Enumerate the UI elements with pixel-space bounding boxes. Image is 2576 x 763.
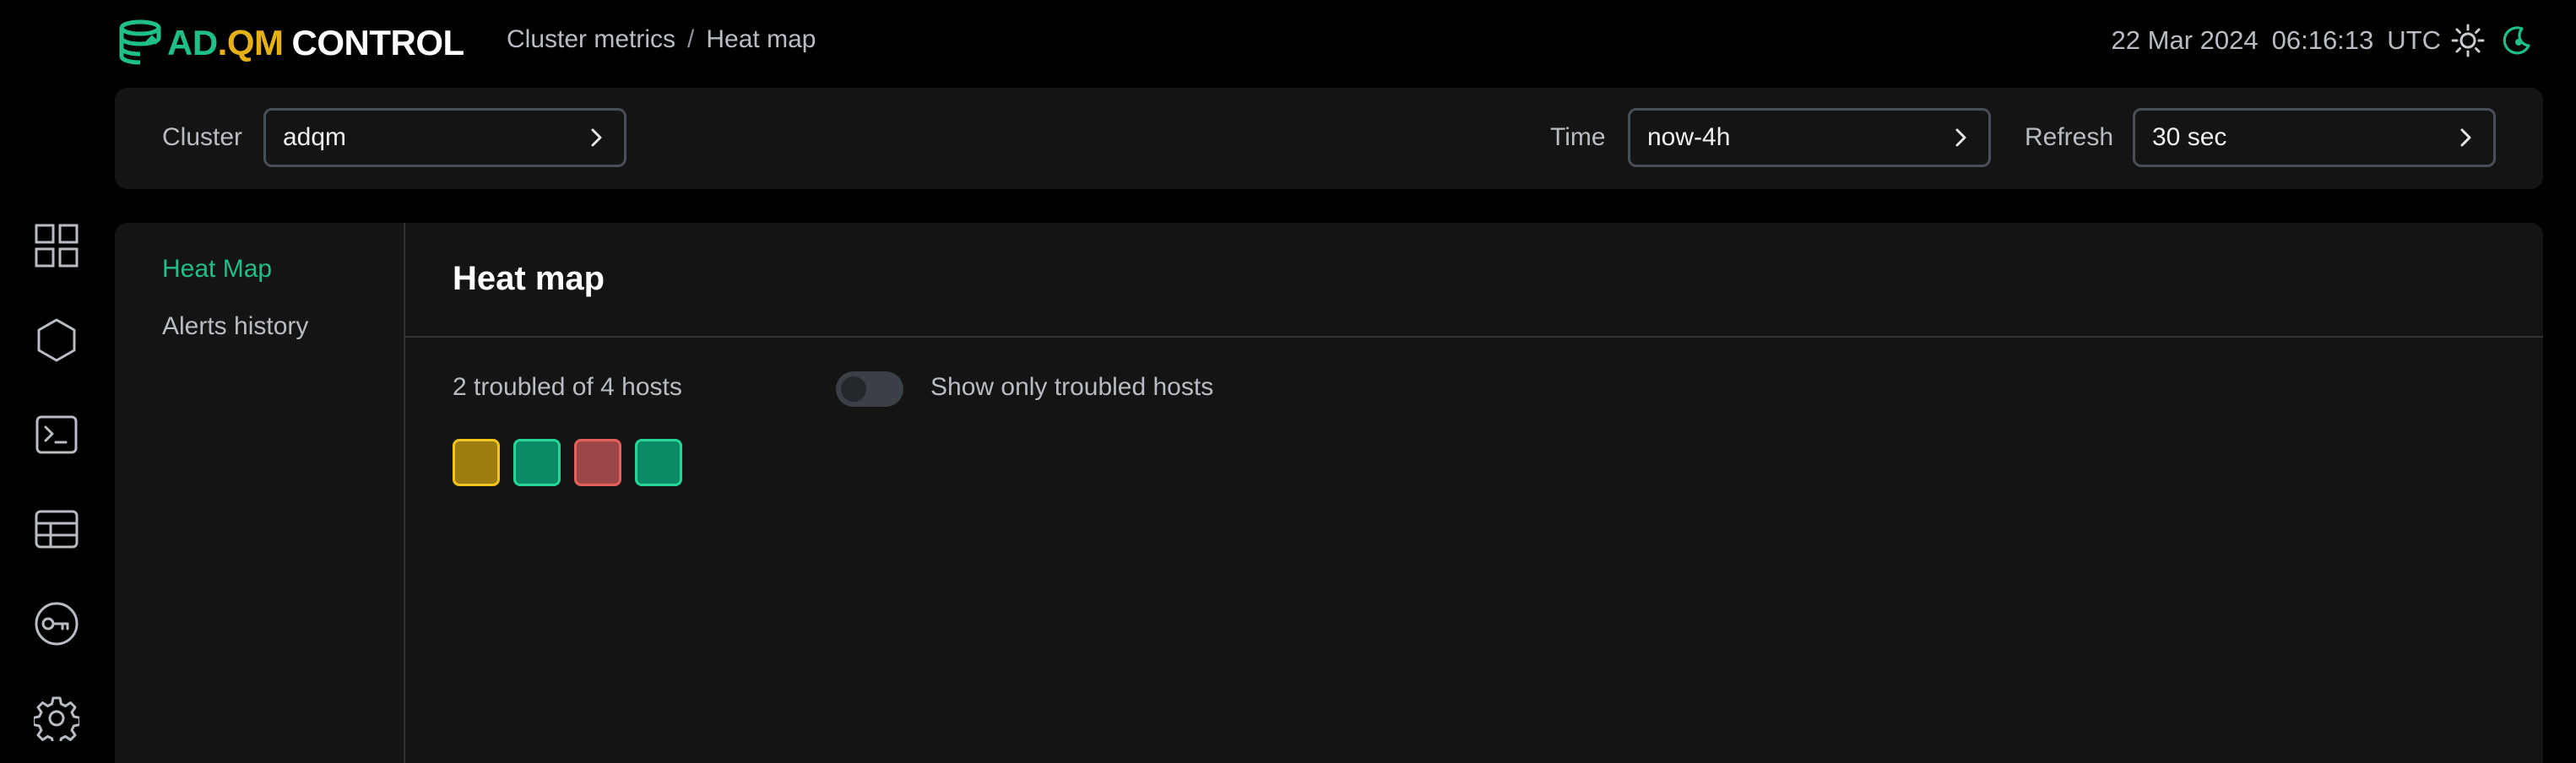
time-select-value: now-4h — [1647, 123, 1731, 151]
table-icon[interactable] — [34, 506, 79, 552]
breadcrumb: Cluster metrics / Heat map — [507, 25, 816, 54]
breadcrumb-separator: / — [687, 25, 695, 53]
refresh-select-value: 30 sec — [2152, 123, 2227, 151]
sun-icon[interactable] — [2451, 24, 2485, 57]
troubled-hosts-toggle[interactable] — [836, 371, 903, 407]
timezone: UTC — [2387, 25, 2441, 55]
chevron-right-icon — [591, 128, 602, 147]
database-logo-icon — [119, 19, 161, 65]
heat-map-content: Heat map 2 troubled of 4 hosts Show only… — [405, 223, 2543, 763]
host-tile-critical[interactable] — [574, 439, 621, 486]
logo-wordmark: AD .QM CONTROL — [167, 23, 464, 63]
filter-bar: Cluster adqm Time now-4h Refresh 30 sec — [115, 88, 2543, 189]
host-tile-ok[interactable] — [635, 439, 682, 486]
key-icon[interactable] — [34, 601, 79, 647]
main-panel: Heat Map Alerts history Heat map 2 troub… — [115, 223, 2543, 763]
page-title: Heat map — [453, 260, 605, 297]
time-select[interactable]: now-4h — [1628, 108, 1991, 167]
host-tile-ok[interactable] — [513, 439, 561, 486]
app-logo[interactable]: AD .QM CONTROL — [115, 14, 464, 73]
moon-icon[interactable] — [2500, 24, 2534, 57]
refresh-select[interactable]: 30 sec — [2133, 108, 2496, 167]
time-label: Time — [1550, 123, 1606, 151]
breadcrumb-section[interactable]: Cluster metrics — [507, 25, 675, 54]
theme-switcher — [2451, 24, 2534, 57]
logo-control: CONTROL — [291, 23, 465, 62]
toggle-knob — [841, 376, 866, 402]
cluster-select[interactable]: adqm — [263, 108, 626, 167]
cluster-label: Cluster — [162, 123, 243, 151]
sub-navigation: Heat Map Alerts history — [115, 223, 405, 763]
logo-ad: AD — [167, 23, 218, 62]
logo-qm: .QM — [217, 23, 284, 62]
top-bar: AD .QM CONTROL Cluster metrics / Heat ma… — [0, 0, 2576, 88]
breadcrumb-page: Heat map — [706, 25, 816, 53]
settings-icon[interactable] — [32, 695, 81, 746]
host-heat-map — [453, 439, 682, 486]
chevron-right-icon — [1955, 128, 1966, 147]
troubled-hosts-toggle-label[interactable]: Show only troubled hosts — [930, 373, 1213, 402]
refresh-label: Refresh — [2025, 123, 2114, 151]
host-tile-warning[interactable] — [453, 439, 500, 486]
troubled-hosts-summary: 2 troubled of 4 hosts — [453, 373, 682, 401]
subnav-item-heat-map[interactable]: Heat Map — [162, 255, 272, 284]
divider — [405, 336, 2543, 338]
terminal-icon[interactable] — [34, 412, 79, 457]
subnav-item-alerts-history[interactable]: Alerts history — [162, 312, 308, 341]
hexagon-icon[interactable] — [34, 317, 79, 363]
cluster-select-value: adqm — [283, 123, 347, 151]
current-datetime: 22 Mar 2024 06:16:13 UTC — [2112, 25, 2441, 56]
chevron-right-icon — [2460, 128, 2471, 147]
dashboard-icon[interactable] — [34, 223, 79, 268]
current-date: 22 Mar 2024 — [2111, 25, 2259, 55]
current-time: 06:16:13 — [2271, 25, 2374, 55]
